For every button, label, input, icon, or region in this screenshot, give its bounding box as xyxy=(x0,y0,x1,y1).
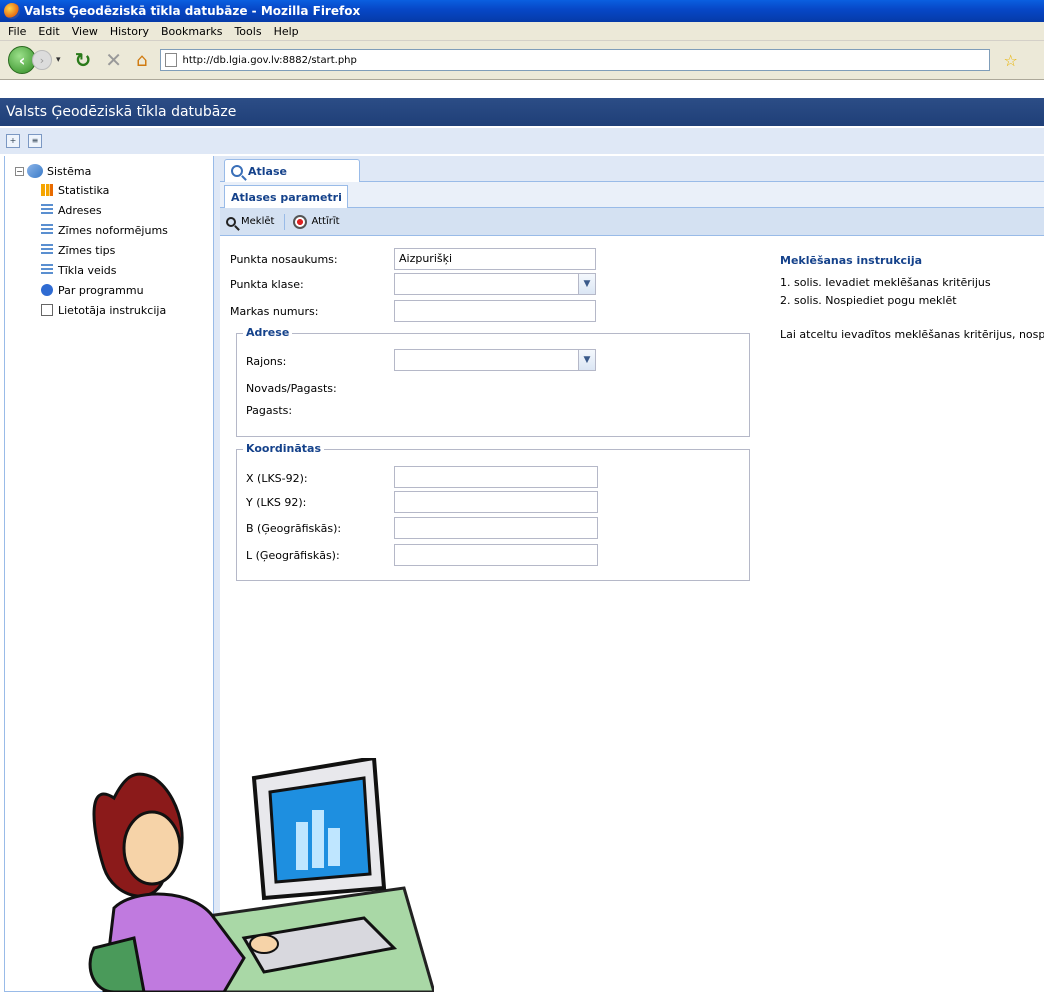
search-icon xyxy=(226,216,236,227)
clear-button-label: Attīrīt xyxy=(311,216,340,227)
search-icon xyxy=(231,165,243,177)
chevron-down-icon[interactable]: ▼ xyxy=(578,274,595,294)
history-dropdown-icon[interactable]: ▾ xyxy=(56,55,61,65)
menu-edit[interactable]: Edit xyxy=(32,25,65,38)
tree-item-addresses[interactable]: Adreses xyxy=(5,200,213,220)
point-name-input[interactable]: Aizpurišķi xyxy=(394,248,596,270)
expand-tree-icon[interactable]: + xyxy=(6,134,20,148)
list-icon xyxy=(41,224,53,236)
tree-item-label: Adreses xyxy=(58,203,102,217)
system-icon xyxy=(27,164,43,178)
clear-icon xyxy=(293,214,308,229)
tree-item-mark-type[interactable]: Zīmes tips xyxy=(5,240,213,260)
info-icon xyxy=(41,284,53,296)
action-toolbar: Meklēt Attīrīt xyxy=(220,208,1044,236)
mark-number-label: Markas numurs: xyxy=(230,305,319,318)
menu-file[interactable]: File xyxy=(2,25,32,38)
tab-selection[interactable]: Atlase xyxy=(224,159,360,182)
menu-bar: File Edit View History Bookmarks Tools H… xyxy=(0,22,1044,41)
instructions-step-1: 1. solis. Ievadiet meklēšanas kritērijus xyxy=(780,276,991,289)
tree-item-label: Tīkla veids xyxy=(58,263,117,277)
menu-bookmarks[interactable]: Bookmarks xyxy=(155,25,228,38)
collapse-tree-icon[interactable]: ≡ xyxy=(28,134,42,148)
clear-button[interactable]: Attīrīt xyxy=(293,214,340,229)
menu-tools[interactable]: Tools xyxy=(228,25,267,38)
b-coordinate-label: B (Ģeogrāfiskās): xyxy=(246,522,342,535)
tree-root-system[interactable]: − Sistēma xyxy=(5,162,213,180)
tree-item-mark-design[interactable]: Zīmes noformējums xyxy=(5,220,213,240)
url-bar[interactable]: http://db.lgia.gov.lv:8882/start.php xyxy=(159,49,990,71)
point-name-label: Punkta nosaukums: xyxy=(230,253,338,266)
tree-item-about[interactable]: Par programmu xyxy=(5,280,213,300)
page-icon xyxy=(164,53,177,67)
tree-item-label: Zīmes tips xyxy=(58,243,116,257)
tab-label: Atlases parametri xyxy=(231,190,342,204)
l-coordinate-label: L (Ģeogrāfiskās): xyxy=(246,549,340,562)
tree-item-user-guide[interactable]: Lietotāja instrukcija xyxy=(5,300,213,320)
navigation-toolbar: ‹ › ▾ ↻ ✕ ⌂ http://db.lgia.gov.lv:8882/s… xyxy=(0,41,1044,80)
menu-view[interactable]: View xyxy=(66,25,104,38)
menu-history[interactable]: History xyxy=(104,25,155,38)
main-tab-strip: Atlase xyxy=(220,156,1044,182)
list-icon xyxy=(41,244,53,256)
point-class-label: Punkta klase: xyxy=(230,278,304,291)
y-coordinate-label: Y (LKS 92): xyxy=(246,496,307,509)
app-header: Valsts Ģeodēziskā tīkla datubāze xyxy=(0,98,1044,126)
search-button[interactable]: Meklēt xyxy=(226,216,274,227)
district-select[interactable]: ▼ xyxy=(394,349,596,371)
tree-item-label: Lietotāja instrukcija xyxy=(58,303,167,317)
county-label: Novads/Pagasts: xyxy=(246,382,337,395)
toolbar-separator xyxy=(284,213,286,230)
window-title: Valsts Ģeodēziskā tīkla datubāze - Mozil… xyxy=(24,4,361,18)
coordinates-legend: Koordinātas xyxy=(243,442,324,455)
person-at-computer-illustration xyxy=(88,758,434,992)
home-button[interactable]: ⌂ xyxy=(136,50,147,71)
tree-item-network-type[interactable]: Tīkla veids xyxy=(5,260,213,280)
l-coordinate-input[interactable] xyxy=(394,544,598,566)
chart-icon xyxy=(41,184,53,196)
instructions-step-2: 2. solis. Nospiediet pogu meklēt xyxy=(780,294,957,307)
forward-button[interactable]: › xyxy=(32,50,52,70)
parish-label: Pagasts: xyxy=(246,404,293,417)
y-coordinate-input[interactable] xyxy=(394,491,598,513)
window-titlebar: Valsts Ģeodēziskā tīkla datubāze - Mozil… xyxy=(0,0,1044,22)
chevron-down-icon[interactable]: ▼ xyxy=(578,350,595,370)
search-button-label: Meklēt xyxy=(241,216,275,227)
tree-item-label: Statistika xyxy=(58,183,110,197)
instructions-title: Meklēšanas instrukcija xyxy=(780,254,923,267)
address-legend: Adrese xyxy=(243,326,293,339)
app-title: Valsts Ģeodēziskā tīkla datubāze xyxy=(6,104,237,120)
document-icon xyxy=(41,304,53,316)
list-icon xyxy=(41,264,53,276)
firefox-logo-icon xyxy=(4,3,20,19)
instructions-note: Lai atceltu ievadītos meklēšanas kritēri… xyxy=(780,328,1044,341)
x-coordinate-input[interactable] xyxy=(394,466,598,488)
x-coordinate-label: X (LKS-92): xyxy=(246,472,308,485)
tree-item-label: Zīmes noformējums xyxy=(58,223,168,237)
app-toolstrip: + ≡ xyxy=(0,128,1044,154)
mark-number-input[interactable] xyxy=(394,300,596,322)
point-class-select[interactable]: ▼ xyxy=(394,273,596,295)
collapse-node-icon[interactable]: − xyxy=(15,166,24,176)
tree-root-label: Sistēma xyxy=(47,164,92,178)
url-text: http://db.lgia.gov.lv:8882/start.php xyxy=(182,54,357,66)
b-coordinate-input[interactable] xyxy=(394,517,598,539)
tree-item-statistics[interactable]: Statistika xyxy=(5,180,213,200)
menu-help[interactable]: Help xyxy=(268,25,305,38)
bookmark-star-icon[interactable]: ☆ xyxy=(1004,51,1018,70)
list-icon xyxy=(41,204,53,216)
stop-button[interactable]: ✕ xyxy=(105,48,122,72)
tree-item-label: Par programmu xyxy=(58,283,144,297)
tab-selection-parameters[interactable]: Atlases parametri xyxy=(224,185,348,208)
reload-button[interactable]: ↻ xyxy=(75,48,92,72)
sub-tab-strip: Atlases parametri xyxy=(220,182,1044,208)
tab-label: Atlase xyxy=(248,164,287,178)
district-label: Rajons: xyxy=(246,355,287,368)
